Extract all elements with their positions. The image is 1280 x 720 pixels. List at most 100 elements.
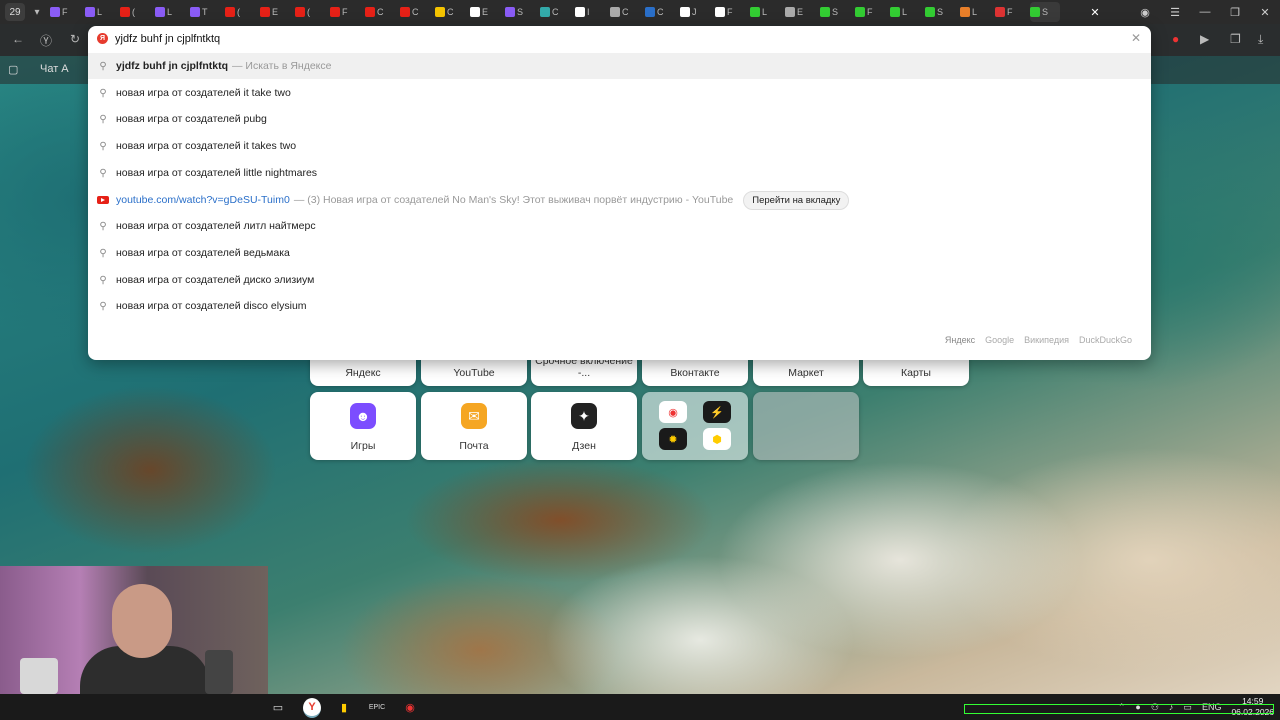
browser-tab[interactable]: L bbox=[750, 2, 780, 22]
collections-icon[interactable]: ❐ bbox=[1230, 32, 1241, 46]
tab-title: L bbox=[902, 7, 908, 17]
browser-tab[interactable]: F bbox=[995, 2, 1025, 22]
suggestion-item[interactable]: ⚲ новая игра от создателей disco elysium bbox=[88, 293, 1151, 319]
engine-google[interactable]: Google bbox=[985, 335, 1014, 345]
car-app-icon[interactable]: ◉ bbox=[659, 401, 687, 423]
browser-tab[interactable]: J bbox=[680, 2, 710, 22]
engine-duckduckgo[interactable]: DuckDuckGo bbox=[1079, 335, 1132, 345]
browser-tab[interactable]: ( bbox=[120, 2, 150, 22]
chevron-down-icon[interactable]: ▾ bbox=[29, 7, 45, 18]
tab-favicon-icon bbox=[85, 7, 95, 17]
epic-games-icon[interactable]: EPIC bbox=[367, 698, 387, 716]
suggestion-open-tab[interactable]: youtube.com/watch?v=gDeSU-Tuim0 — (3) Но… bbox=[88, 187, 1151, 213]
browser-tab[interactable]: I bbox=[575, 2, 605, 22]
tile-label: Почта bbox=[459, 440, 489, 452]
sidebar-toggle-icon[interactable]: ▢ bbox=[8, 63, 18, 76]
download-icon[interactable]: ⤓ bbox=[1258, 32, 1263, 47]
browser-tab[interactable]: F bbox=[330, 2, 360, 22]
browser-tab[interactable]: F bbox=[715, 2, 745, 22]
close-window-icon[interactable]: ✕ bbox=[1250, 6, 1280, 19]
browser-tab[interactable]: L bbox=[155, 2, 185, 22]
browser-tab[interactable]: C bbox=[645, 2, 675, 22]
browser-tab[interactable]: S bbox=[1030, 2, 1060, 22]
browser-tab[interactable]: E bbox=[470, 2, 500, 22]
tile-mail[interactable]: ✉ Почта bbox=[421, 392, 527, 460]
engine-yandex[interactable]: Яндекс bbox=[945, 335, 975, 345]
adblock-icon[interactable]: ● bbox=[1172, 32, 1179, 46]
browser-tab[interactable]: F bbox=[50, 2, 80, 22]
window-controls: ✕ ◉ ☰ — ❐ ✕ bbox=[1080, 0, 1280, 24]
tab-favicon-icon bbox=[120, 7, 130, 17]
lock-app-icon[interactable]: ▮ bbox=[334, 698, 354, 716]
tile-label: Маркет bbox=[788, 367, 824, 379]
hex-app-icon[interactable]: ⬢ bbox=[703, 428, 731, 450]
lightning-app-icon[interactable]: ⚡ bbox=[703, 401, 731, 423]
yandex-browser-icon[interactable]: Y bbox=[303, 698, 321, 718]
tile-zen[interactable]: ✦ Дзен bbox=[531, 392, 637, 460]
search-icon: ⚲ bbox=[99, 247, 107, 259]
suggestion-query: yjdfz buhf jn cjplfntktq bbox=[116, 60, 228, 72]
tab-favicon-icon bbox=[435, 7, 445, 17]
suggestion-item[interactable]: ⚲ новая игра от создателей диско элизиум bbox=[88, 267, 1151, 293]
tab-counter-button[interactable]: 29 bbox=[5, 3, 25, 21]
tab-favicon-icon bbox=[995, 7, 1005, 17]
tile-games[interactable]: ☻ Игры bbox=[310, 392, 416, 460]
tab-favicon-icon bbox=[645, 7, 655, 17]
suggestion-item[interactable]: ⚲ новая игра от создателей ведьмака bbox=[88, 240, 1151, 266]
media-icon[interactable]: ▶ bbox=[1200, 32, 1209, 46]
profile-avatar[interactable]: ◉ bbox=[1130, 6, 1160, 19]
stream-overlay-bar bbox=[964, 704, 1274, 714]
tab-title: J bbox=[692, 7, 697, 17]
suggestion-search-yandex[interactable]: ⚲ yjdfz buhf jn cjplfntktq — Искать в Ян… bbox=[88, 53, 1151, 79]
menu-icon[interactable]: ☰ bbox=[1160, 6, 1190, 19]
maximize-icon[interactable]: ❐ bbox=[1220, 6, 1250, 19]
switch-to-tab-button[interactable]: Перейти на вкладку bbox=[743, 190, 850, 210]
browser-tab[interactable]: L bbox=[890, 2, 920, 22]
browser-tab[interactable]: ( bbox=[225, 2, 255, 22]
yandex-icon[interactable]: Ⓨ bbox=[40, 32, 52, 49]
minimize-icon[interactable]: — bbox=[1190, 6, 1220, 18]
tab-favicon-icon bbox=[470, 7, 480, 17]
reload-icon[interactable]: ↻ bbox=[70, 32, 80, 46]
suggestion-item[interactable]: ⚲ новая игра от создателей it take two bbox=[88, 80, 1151, 106]
browser-tab[interactable]: T bbox=[190, 2, 220, 22]
browser-tab[interactable]: C bbox=[540, 2, 570, 22]
suggestion-item[interactable]: ⚲ новая игра от создателей pubg bbox=[88, 106, 1151, 132]
browser-tab[interactable]: C bbox=[365, 2, 395, 22]
sparkle-app-icon[interactable]: ✹ bbox=[659, 428, 687, 450]
tab-title: L bbox=[167, 7, 173, 17]
tile-label: YouTube bbox=[453, 367, 495, 379]
suggestion-item[interactable]: ⚲ новая игра от создателей литл найтмерс bbox=[88, 213, 1151, 239]
task-view-icon[interactable]: ▭ bbox=[268, 698, 288, 716]
browser-tab[interactable]: L bbox=[85, 2, 115, 22]
suggestion-item[interactable]: ⚲ новая игра от создателей it takes two bbox=[88, 133, 1151, 159]
tab-favicon-icon bbox=[680, 7, 690, 17]
browser-tab[interactable]: L bbox=[960, 2, 990, 22]
cursor-close-tab-icon[interactable]: ✕ bbox=[1080, 6, 1110, 19]
engine-wikipedia[interactable]: Википедия bbox=[1024, 335, 1069, 345]
browser-tab[interactable]: E bbox=[785, 2, 815, 22]
tile-label: Игры bbox=[350, 440, 376, 452]
browser-tab[interactable]: ( bbox=[295, 2, 325, 22]
browser-tab[interactable]: S bbox=[925, 2, 955, 22]
browser-tab[interactable]: S bbox=[505, 2, 535, 22]
address-bar-input[interactable] bbox=[115, 30, 1015, 48]
close-icon[interactable]: ✕ bbox=[1131, 31, 1141, 45]
search-icon: ⚲ bbox=[99, 220, 107, 232]
browser-tab[interactable]: S bbox=[820, 2, 850, 22]
suggestion-item[interactable]: ⚲ новая игра от создателей little nightm… bbox=[88, 160, 1151, 186]
obs-icon[interactable]: ◉ bbox=[400, 698, 420, 716]
suggestion-text: новая игра от создателей little nightmar… bbox=[116, 167, 318, 179]
tab-favicon-icon bbox=[785, 7, 795, 17]
browser-tab[interactable]: C bbox=[400, 2, 430, 22]
bookmark-chat[interactable]: Чат А bbox=[40, 63, 69, 75]
browser-tab[interactable]: C bbox=[435, 2, 465, 22]
browser-tab[interactable]: F bbox=[855, 2, 885, 22]
tile-folder[interactable]: ◉ ⚡ ✹ ⬢ bbox=[642, 392, 748, 460]
back-icon[interactable]: ← bbox=[12, 32, 24, 46]
zen-icon: ✦ bbox=[571, 403, 597, 429]
tile-empty[interactable] bbox=[753, 392, 859, 460]
yandex-search-icon: Я bbox=[97, 33, 108, 44]
browser-tab[interactable]: E bbox=[260, 2, 290, 22]
browser-tab[interactable]: C bbox=[610, 2, 640, 22]
